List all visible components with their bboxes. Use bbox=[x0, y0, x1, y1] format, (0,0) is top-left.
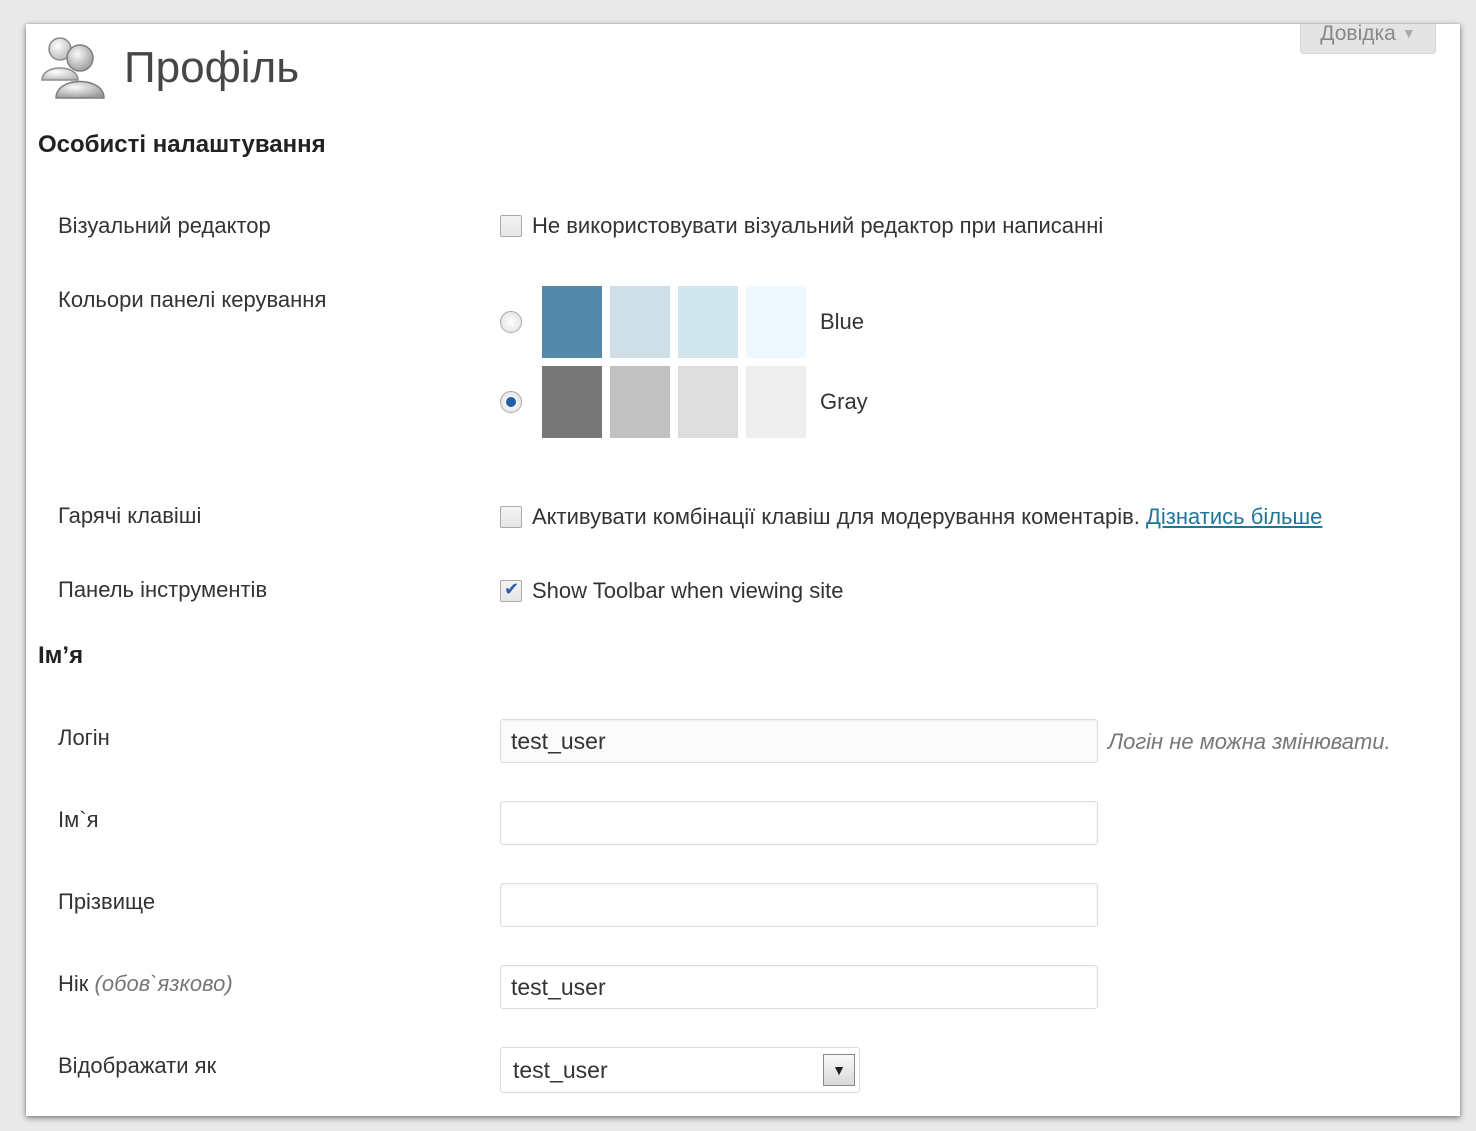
color-swatch bbox=[542, 286, 602, 358]
shortcuts-label: Гарячі клавіші bbox=[58, 503, 202, 528]
display-name-label: Відображати як bbox=[58, 1053, 217, 1078]
visual-editor-checkbox[interactable] bbox=[500, 215, 522, 237]
toolbar-field: Show Toolbar when viewing site bbox=[500, 578, 843, 604]
shortcuts-checkbox[interactable] bbox=[500, 506, 522, 528]
help-tab-label: Довідка bbox=[1320, 22, 1396, 45]
shortcuts-checkbox-text: Активувати комбінації клавіш для модерув… bbox=[532, 504, 1322, 529]
color-swatch bbox=[610, 366, 670, 438]
color-swatch bbox=[746, 366, 806, 438]
chevron-down-icon: ▼ bbox=[1401, 25, 1416, 41]
dropdown-arrow-icon[interactable]: ▼ bbox=[823, 1054, 855, 1086]
color-scheme-gray-radio[interactable] bbox=[500, 391, 522, 413]
shortcuts-text: Активувати комбінації клавіш для модерув… bbox=[532, 504, 1140, 529]
color-scheme-blue-radio[interactable] bbox=[500, 311, 522, 333]
first-name-input[interactable] bbox=[500, 801, 1098, 845]
color-swatch bbox=[610, 286, 670, 358]
color-swatch bbox=[746, 286, 806, 358]
login-label: Логін bbox=[58, 725, 110, 750]
display-name-select[interactable]: test_user ▼ bbox=[500, 1047, 860, 1093]
help-tab[interactable]: Довідка ▼ bbox=[1300, 22, 1436, 54]
login-input[interactable]: test_user bbox=[500, 719, 1098, 763]
section-heading-name: Ім’я bbox=[38, 642, 84, 669]
login-description: Логін не можна змінювати. bbox=[1108, 729, 1391, 754]
color-swatch bbox=[542, 366, 602, 438]
toolbar-label: Панель інструментів bbox=[58, 577, 268, 602]
visual-editor-checkbox-text: Не використовувати візуальний редактор п… bbox=[532, 213, 1104, 238]
section-heading-personal: Особисті налаштування bbox=[38, 131, 326, 158]
color-scheme-name: Gray bbox=[820, 389, 868, 414]
nickname-label-text: Нік bbox=[58, 971, 89, 996]
visual-editor-field: Не використовувати візуальний редактор п… bbox=[500, 213, 1103, 239]
visual-editor-label: Візуальний редактор bbox=[58, 213, 271, 238]
color-swatch bbox=[678, 286, 738, 358]
learn-more-link[interactable]: Дізнатись більше bbox=[1146, 504, 1322, 529]
nickname-label: Нік (обов`язково) bbox=[58, 971, 233, 997]
last-name-label: Прізвище bbox=[58, 889, 156, 914]
color-swatch bbox=[678, 366, 738, 438]
toolbar-checkbox[interactable] bbox=[500, 579, 522, 602]
color-scheme-blue[interactable]: Blue bbox=[500, 286, 864, 358]
profile-panel: Довідка ▼ Профіль Особисті налаштування В… bbox=[26, 22, 1460, 1116]
display-name-selected-value: test_user bbox=[513, 1057, 608, 1083]
color-scheme-name: Blue bbox=[820, 309, 865, 334]
shortcuts-field: Активувати комбінації клавіш для модерув… bbox=[500, 504, 1322, 530]
admin-colors-label: Кольори панелі керування bbox=[58, 287, 327, 312]
color-scheme-gray[interactable]: Gray bbox=[500, 366, 868, 438]
last-name-input[interactable] bbox=[500, 883, 1098, 927]
toolbar-checkbox-text: Show Toolbar when viewing site bbox=[532, 578, 844, 603]
page-title: Профіль bbox=[124, 43, 300, 92]
users-icon bbox=[41, 37, 105, 99]
page-header: Профіль bbox=[38, 34, 299, 102]
nickname-input[interactable]: test_user bbox=[500, 965, 1098, 1009]
first-name-label: Ім`я bbox=[58, 807, 99, 832]
nickname-required-hint: (обов`язково) bbox=[94, 971, 233, 996]
